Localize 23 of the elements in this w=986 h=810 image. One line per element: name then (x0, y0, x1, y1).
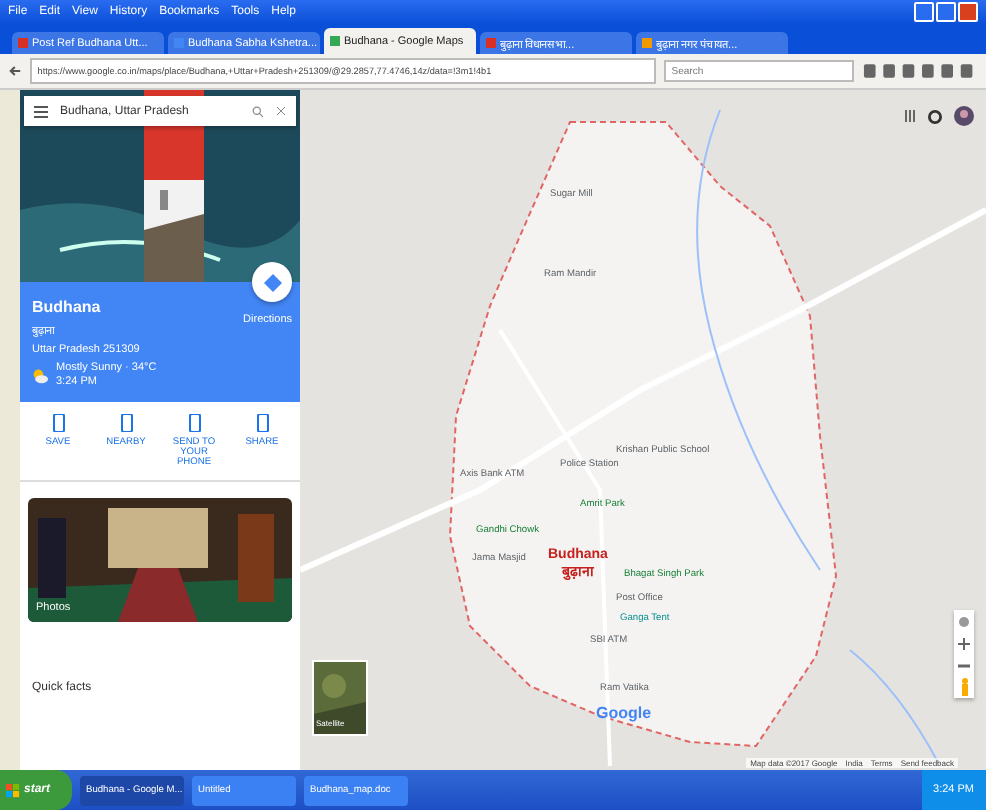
plus-icon (958, 637, 970, 649)
weather-icon (32, 367, 48, 383)
maximize-button[interactable] (936, 2, 956, 22)
pegman-icon (959, 678, 969, 696)
satellite-toggle[interactable] (312, 660, 368, 736)
toolbar-icons-drawing[interactable] (861, 64, 978, 78)
close-icon[interactable] (276, 106, 286, 116)
phone-icon (187, 414, 201, 432)
place-name: Budhana (32, 298, 101, 316)
avatar-icon[interactable] (954, 106, 974, 126)
search-icon[interactable] (252, 105, 264, 117)
minimize-button[interactable] (914, 2, 934, 22)
apps-icon[interactable] (904, 110, 916, 122)
compass-icon (958, 615, 970, 627)
windows-logo-icon (6, 783, 20, 797)
directions-button[interactable] (252, 262, 292, 302)
google-logo: Google (596, 704, 652, 722)
menu-icon[interactable] (34, 105, 48, 117)
close-button[interactable] (958, 2, 978, 22)
compass-button[interactable] (954, 610, 974, 632)
minus-icon (958, 659, 970, 671)
back-icon[interactable] (8, 64, 22, 78)
directions-icon (263, 273, 281, 291)
